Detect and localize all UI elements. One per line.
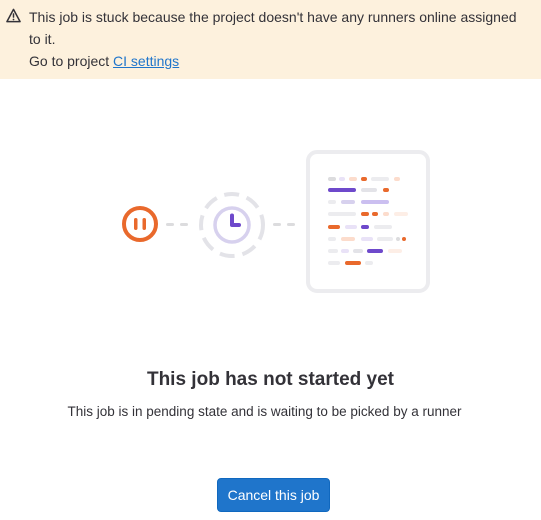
dashed-connector-right <box>273 223 295 226</box>
warning-icon <box>6 8 21 23</box>
dashed-connector-left <box>166 223 188 226</box>
empty-state-title: This job has not started yet <box>146 369 395 390</box>
clock-icon <box>199 192 265 258</box>
alert-message: This job is stuck because the project do… <box>29 9 517 47</box>
alert-goto-prefix: Go to project <box>29 53 114 69</box>
paused-status-icon <box>122 206 158 242</box>
empty-state-description: This job is in pending state and is wait… <box>67 404 462 419</box>
stuck-job-alert: This job is stuck because the project do… <box>0 0 541 79</box>
cancel-job-button[interactable]: Cancel this job <box>217 478 330 512</box>
alert-goto-line: Go to project CI settings <box>29 50 529 72</box>
job-log-document <box>306 150 430 293</box>
ci-settings-link[interactable]: CI settings <box>113 53 179 69</box>
pending-job-illustration <box>110 145 440 300</box>
